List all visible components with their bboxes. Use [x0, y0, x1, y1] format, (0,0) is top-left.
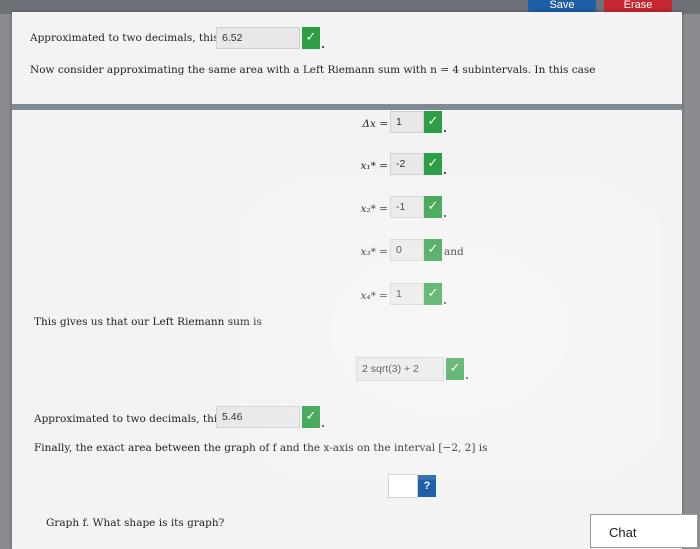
riemann-sum-answer[interactable]: 2 sqrt(3) + 2: [356, 357, 444, 381]
x1-star-answer[interactable]: -2: [390, 153, 424, 175]
delta-x-label: Δx =: [362, 118, 388, 130]
period-dot: [444, 302, 446, 304]
approx-answer-1[interactable]: 6.52: [216, 27, 300, 49]
x1-star-label: x₁* =: [360, 160, 388, 172]
x3-star-label: x₃* =: [360, 246, 388, 258]
x4-star-answer[interactable]: 1: [390, 283, 424, 305]
check-icon: ✓: [302, 406, 320, 428]
delta-x-answer[interactable]: 1: [390, 111, 424, 133]
exact-area-prompt: Finally, the exact area between the grap…: [34, 442, 488, 454]
check-icon: ✓: [424, 196, 442, 218]
x4-star-label: x₄* =: [360, 290, 388, 302]
period-dot: [444, 130, 446, 132]
x3-star-answer[interactable]: 0: [390, 239, 424, 261]
x2-star-answer[interactable]: -1: [390, 196, 424, 218]
erase-button[interactable]: Erase: [604, 0, 672, 12]
save-button[interactable]: Save: [528, 0, 596, 12]
period-dot: [322, 46, 324, 48]
chat-button[interactable]: Chat: [590, 514, 698, 548]
check-icon: ✓: [302, 27, 320, 49]
check-icon: ✓: [424, 283, 442, 305]
period-dot: [466, 377, 468, 379]
period-dot: [444, 215, 446, 217]
x2-star-label: x₂* =: [360, 203, 388, 215]
help-icon[interactable]: ?: [418, 475, 436, 497]
approx-prompt-1: Approximated to two decimals, this is: [30, 32, 231, 44]
approx-answer-2[interactable]: 5.46: [216, 406, 300, 428]
check-icon: ✓: [446, 358, 464, 380]
approx-prompt-2: Approximated to two decimals, this is: [34, 413, 235, 425]
graph-shape-prompt: Graph f. What shape is its graph?: [46, 517, 225, 529]
exact-area-input[interactable]: [388, 474, 418, 498]
check-icon: ✓: [424, 239, 442, 261]
period-dot: [322, 425, 324, 427]
riemann-intro: Now consider approximating the same area…: [30, 64, 596, 76]
check-icon: ✓: [424, 111, 442, 133]
and-word: and: [444, 246, 464, 258]
problem-page: Approximated to two decimals, this is 6.…: [12, 12, 682, 549]
section-divider: [12, 104, 682, 110]
sum-prompt: This gives us that our Left Riemann sum …: [34, 316, 262, 328]
check-icon: ✓: [424, 153, 442, 175]
period-dot: [444, 172, 446, 174]
